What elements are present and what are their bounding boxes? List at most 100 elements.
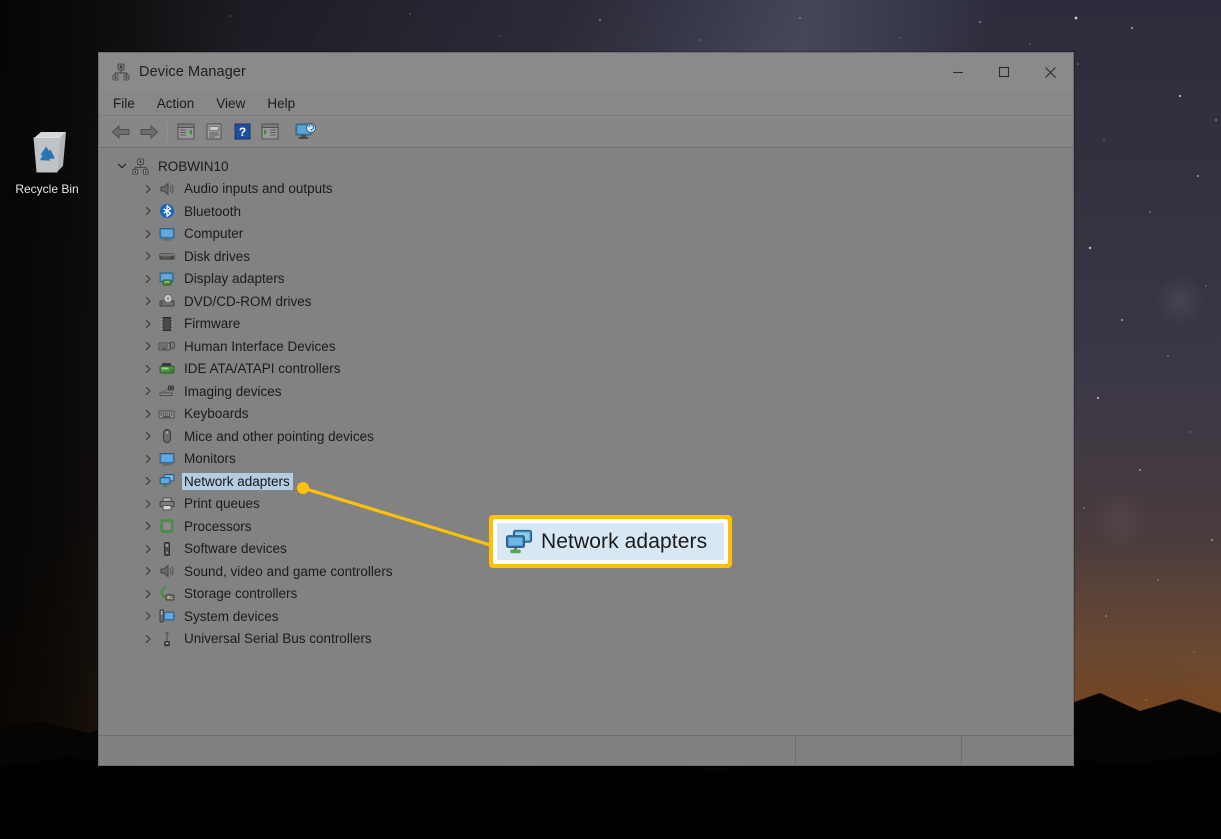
imaging-device-icon: [157, 382, 176, 400]
expand-twisty-icon[interactable]: [139, 386, 157, 396]
tree-item-disk-drives[interactable]: Disk drives: [113, 245, 1073, 268]
tree-item-label: Network adapters: [182, 472, 293, 490]
tree-item-label: System devices: [184, 608, 279, 624]
expand-twisty-icon[interactable]: [139, 296, 157, 306]
disk-drive-icon: [157, 247, 176, 265]
tree-item-firmware[interactable]: Firmware: [113, 313, 1073, 336]
expand-twisty-icon[interactable]: [139, 566, 157, 576]
close-button[interactable]: [1027, 53, 1073, 91]
menu-view[interactable]: View: [216, 94, 256, 113]
tree-item-bluetooth[interactable]: Bluetooth: [113, 200, 1073, 223]
tree-item-label: Keyboards: [184, 406, 249, 422]
callout-inner-border: Network adapters: [493, 519, 728, 564]
tree-item-computer[interactable]: Computer: [113, 223, 1073, 246]
device-manager-window: Device Manager File Action View Help ? R…: [98, 52, 1074, 766]
maximize-icon: [998, 66, 1010, 78]
firmware-chip-icon: [157, 315, 176, 333]
tree-item-system-devices[interactable]: System devices: [113, 605, 1073, 628]
update-driver-monitor-icon: [295, 122, 317, 139]
expand-twisty-icon[interactable]: [139, 454, 157, 464]
tree-item-ide-ata-atapi-controllers[interactable]: IDE ATA/ATAPI controllers: [113, 358, 1073, 381]
show-hide-console-tree-button[interactable]: [172, 119, 200, 145]
forward-button[interactable]: [135, 119, 163, 145]
speaker-icon: [157, 180, 176, 198]
mouse-icon: [157, 427, 176, 445]
tree-item-label: Software devices: [184, 541, 287, 557]
expand-twisty-icon[interactable]: [139, 499, 157, 509]
tree-item-monitors[interactable]: Monitors: [113, 448, 1073, 471]
expand-twisty-icon[interactable]: [139, 319, 157, 329]
recycle-bin[interactable]: Recycle Bin: [8, 126, 86, 196]
expand-twisty-icon[interactable]: [139, 184, 157, 194]
tree-item-label: Processors: [184, 518, 252, 534]
expand-twisty-icon[interactable]: [139, 611, 157, 621]
expand-twisty-open-icon[interactable]: [113, 161, 131, 171]
menu-file[interactable]: File: [113, 94, 146, 113]
scan-for-hardware-changes-button[interactable]: [256, 119, 284, 145]
expand-twisty-icon[interactable]: [139, 341, 157, 351]
device-tree[interactable]: ROBWIN10 Audio inputs and outputs Blueto…: [99, 148, 1073, 735]
expand-twisty-icon[interactable]: [139, 431, 157, 441]
toolbar: ?: [99, 116, 1073, 148]
expand-twisty-icon[interactable]: [139, 634, 157, 644]
tree-item-print-queues[interactable]: Print queues: [113, 493, 1073, 516]
expand-twisty-icon[interactable]: [139, 251, 157, 261]
expand-twisty-icon[interactable]: [139, 409, 157, 419]
expand-twisty-icon[interactable]: [139, 476, 157, 486]
network-adapter-icon: [157, 472, 176, 490]
tree-item-display-adapters[interactable]: Display adapters: [113, 268, 1073, 291]
minimize-button[interactable]: [935, 53, 981, 91]
software-device-icon: [157, 540, 176, 558]
tree-item-storage-controllers[interactable]: Storage controllers: [113, 583, 1073, 606]
tree-item-audio-inputs-and-outputs[interactable]: Audio inputs and outputs: [113, 178, 1073, 201]
tree-item-label: Print queues: [184, 496, 260, 512]
tree-item-network-adapters[interactable]: Network adapters: [113, 470, 1073, 493]
window-titlebar[interactable]: Device Manager: [99, 53, 1073, 91]
menu-help[interactable]: Help: [267, 94, 306, 113]
scan-hardware-icon: [261, 123, 279, 140]
forward-arrow-icon: [140, 124, 159, 139]
tree-item-keyboards[interactable]: Keyboards: [113, 403, 1073, 426]
properties-button[interactable]: [200, 119, 228, 145]
back-arrow-icon: [111, 124, 130, 139]
expand-twisty-icon[interactable]: [139, 589, 157, 599]
back-button[interactable]: [107, 119, 135, 145]
expand-twisty-icon[interactable]: [139, 544, 157, 554]
tree-item-label: Display adapters: [184, 271, 285, 287]
menu-action[interactable]: Action: [157, 94, 206, 113]
menu-bar: File Action View Help: [99, 91, 1073, 116]
update-driver-button[interactable]: [292, 119, 320, 145]
network-adapter-icon: [504, 528, 536, 556]
maximize-button[interactable]: [981, 53, 1027, 91]
tree-root-label: ROBWIN10: [158, 158, 229, 174]
tree-root-robwin10[interactable]: ROBWIN10: [113, 155, 1073, 178]
window-title: Device Manager: [139, 64, 246, 80]
tree-item-human-interface-devices[interactable]: Human Interface Devices: [113, 335, 1073, 358]
tree-item-mice-and-other-pointing-devices[interactable]: Mice and other pointing devices: [113, 425, 1073, 448]
tree-item-label: IDE ATA/ATAPI controllers: [184, 361, 341, 377]
usb-controller-icon: [157, 630, 176, 648]
tree-item-imaging-devices[interactable]: Imaging devices: [113, 380, 1073, 403]
tree-item-label: DVD/CD-ROM drives: [184, 293, 312, 309]
keyboard-icon: [157, 405, 176, 423]
expand-twisty-icon[interactable]: [139, 521, 157, 531]
tree-item-label: Monitors: [184, 451, 236, 467]
tree-item-universal-serial-bus-controllers[interactable]: Universal Serial Bus controllers: [113, 628, 1073, 651]
tree-item-label: Bluetooth: [184, 203, 242, 219]
expand-twisty-icon[interactable]: [139, 229, 157, 239]
expand-twisty-icon[interactable]: [139, 364, 157, 374]
window-controls: [935, 53, 1073, 91]
help-button[interactable]: ?: [228, 119, 256, 145]
svg-text:?: ?: [238, 125, 245, 139]
expand-twisty-icon[interactable]: [139, 274, 157, 284]
recycle-bin-label: Recycle Bin: [15, 182, 79, 196]
tree-item-dvd-cd-rom-drives[interactable]: DVD/CD-ROM drives: [113, 290, 1073, 313]
recycle-bin-icon: [33, 132, 66, 173]
console-tree-icon: [177, 123, 195, 140]
tree-item-label: Imaging devices: [184, 383, 282, 399]
device-manager-icon: [112, 63, 130, 81]
expand-twisty-icon[interactable]: [139, 206, 157, 216]
monitor-icon: [157, 450, 176, 468]
help-question-icon: ?: [234, 123, 250, 140]
ide-controller-icon: [157, 360, 176, 378]
